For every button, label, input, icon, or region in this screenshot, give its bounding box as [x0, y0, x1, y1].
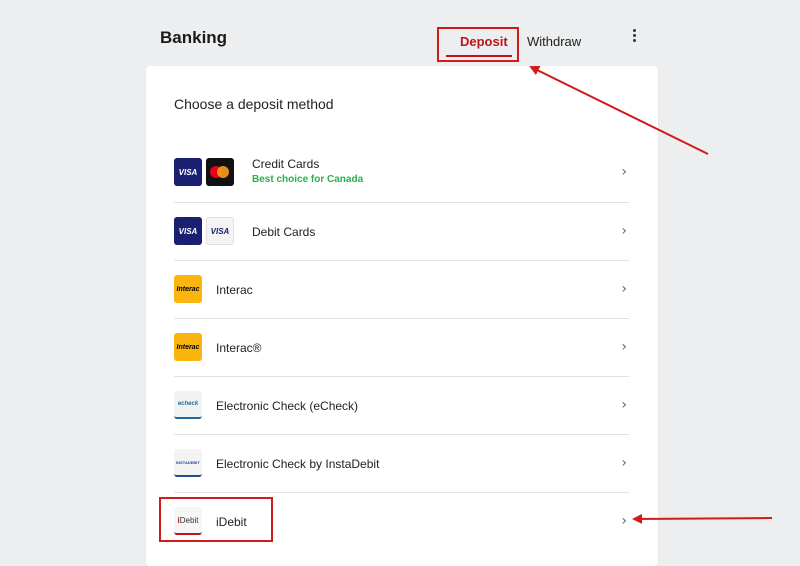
annotation-arrows	[529, 66, 773, 524]
annotation-arrow-idebit	[632, 513, 773, 524]
annotation-arrow-deposit	[529, 66, 709, 155]
